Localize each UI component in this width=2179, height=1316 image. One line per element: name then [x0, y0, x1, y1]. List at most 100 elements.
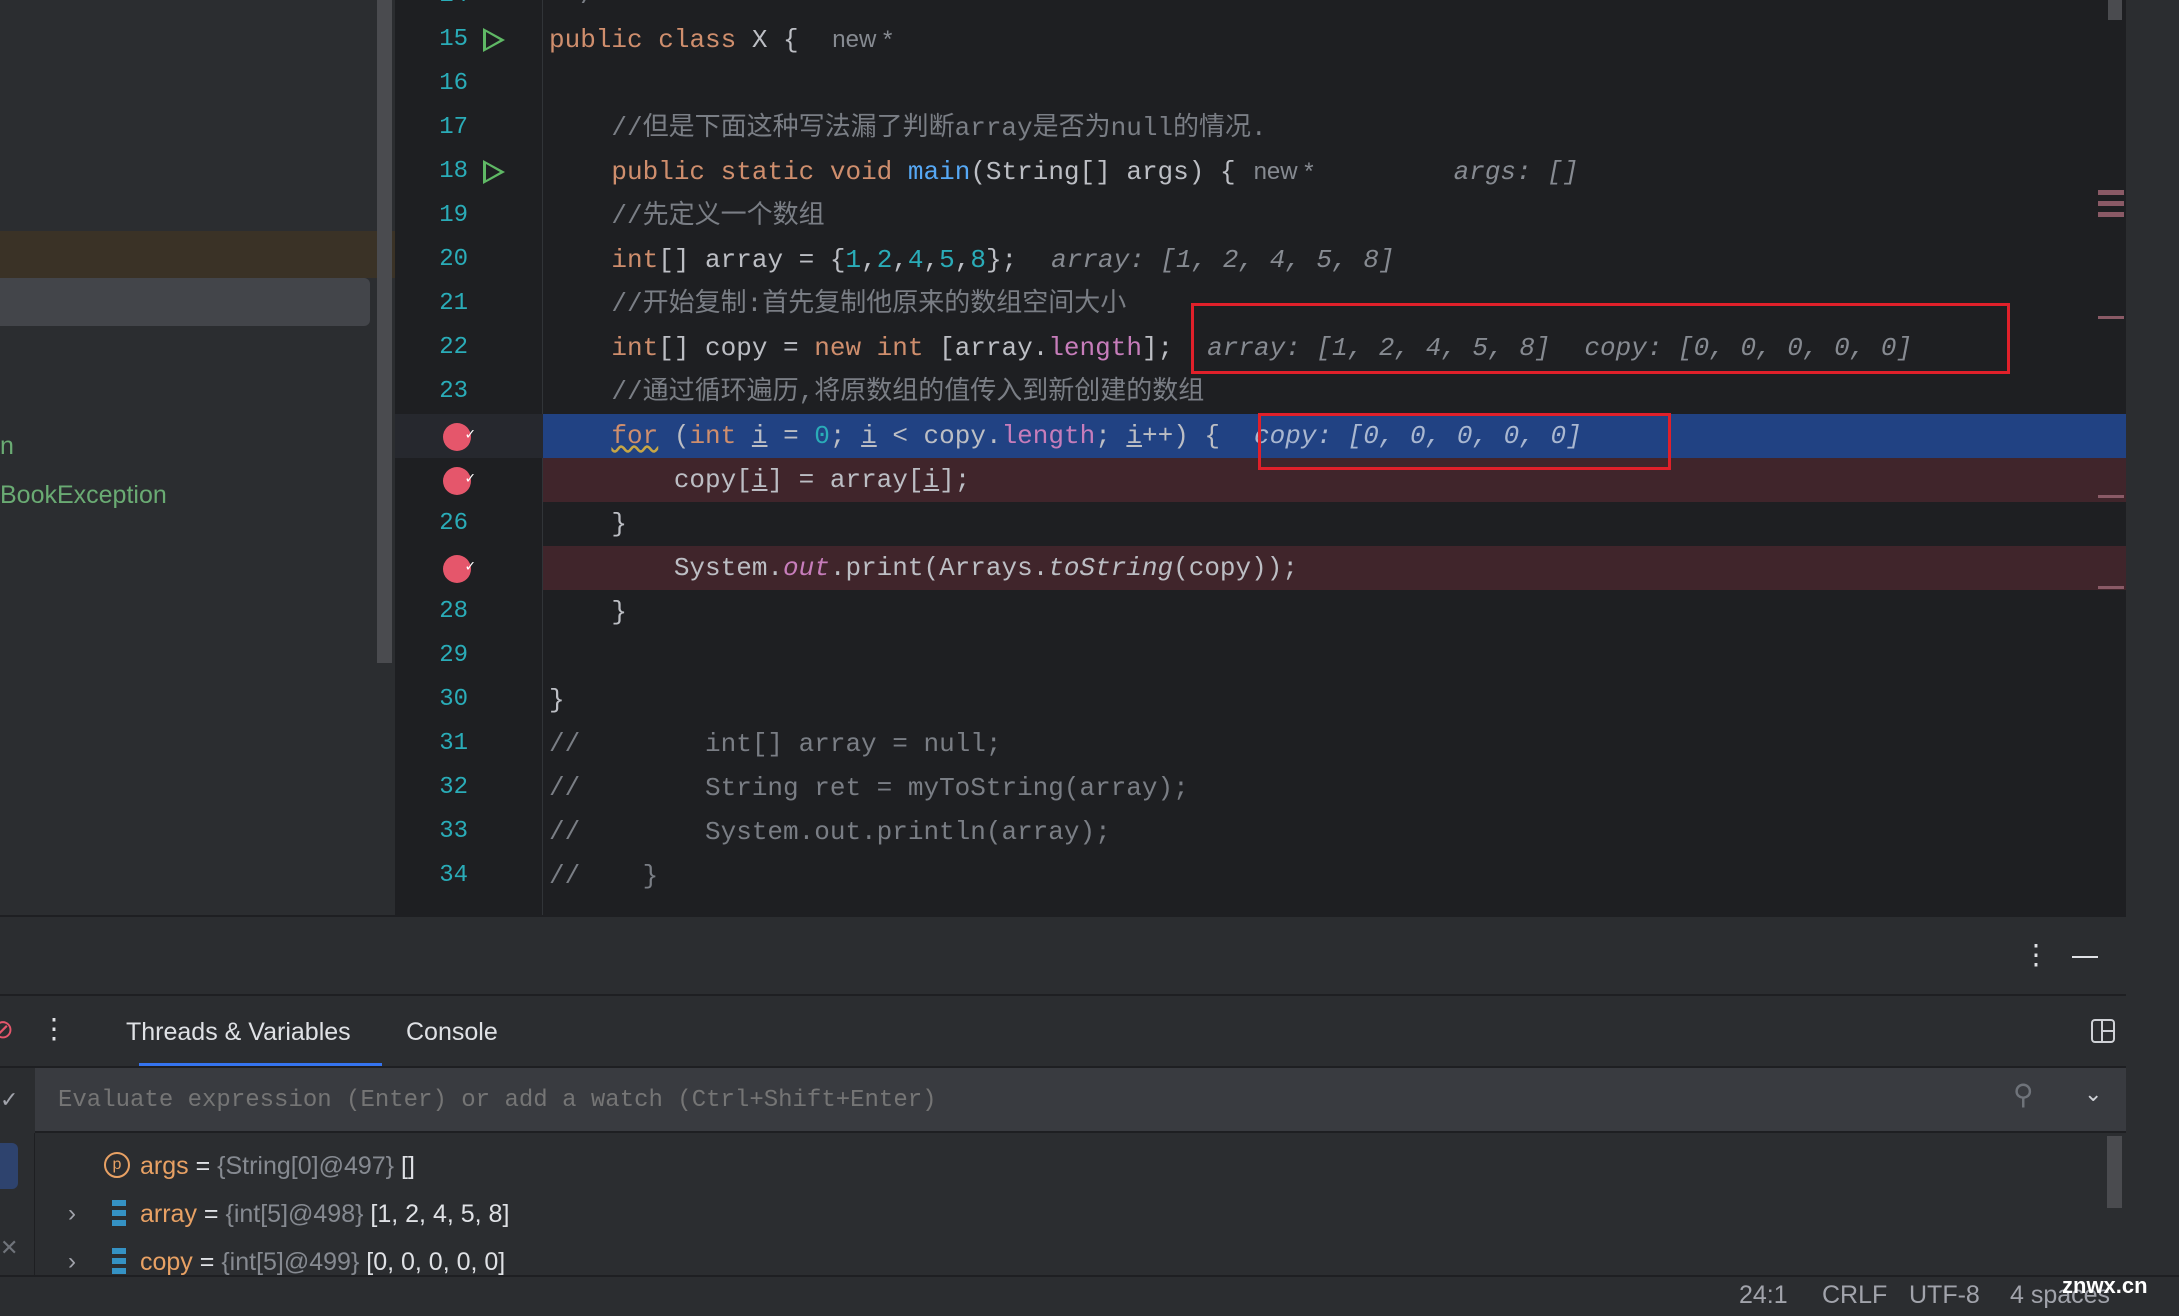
- code-line[interactable]: public class X { new *: [543, 18, 2126, 62]
- code-line[interactable]: [543, 62, 2126, 106]
- code-token: 8: [970, 245, 986, 275]
- code-token: ] = array[: [767, 465, 924, 495]
- gutter-line[interactable]: 30: [395, 678, 543, 722]
- tree-scrollbar[interactable]: [377, 0, 392, 663]
- code-token: public static void: [611, 157, 893, 187]
- tree-row-highlight[interactable]: [0, 231, 395, 278]
- gutter-line[interactable]: 28: [395, 590, 543, 634]
- editor-scrollbar[interactable]: [2108, 0, 2122, 20]
- code-token: [array.: [923, 333, 1049, 363]
- code-line[interactable]: int[] array = {1,2,4,5,8}; array: [1, 2, …: [543, 238, 2126, 282]
- gutter-line[interactable]: [395, 457, 543, 502]
- more-options-icon[interactable]: ⋮: [2022, 937, 2050, 973]
- editor-gutter: 14 15 16 17 18 19 20 21 22 23 26 28 29 30 31 32 33 34: [395, 0, 543, 915]
- inline-value-hint: new *: [1253, 158, 1314, 185]
- expand-chevron-icon[interactable]: ›: [68, 1240, 76, 1275]
- watermark: znwx.cn: [2062, 1273, 2148, 1298]
- tree-item[interactable]: BookException: [0, 481, 167, 510]
- array-icon: [104, 1200, 128, 1228]
- gutter-line[interactable]: 31: [395, 722, 543, 766]
- code-token: X {: [736, 25, 815, 55]
- code-token: length: [1001, 421, 1096, 451]
- add-watch-icon[interactable]: ⚲: [2013, 1078, 2034, 1111]
- gutter-line[interactable]: 16: [395, 62, 543, 106]
- code-token: // System.out.println(array);: [549, 817, 1111, 847]
- gutter-line[interactable]: 18: [395, 150, 543, 194]
- stripe-mark[interactable]: [2098, 316, 2124, 319]
- code-token: [] array = {: [658, 245, 846, 275]
- expand-chevron-icon[interactable]: ›: [68, 1192, 76, 1236]
- line-number: 29: [439, 642, 468, 669]
- code-line[interactable]: }: [543, 502, 2126, 546]
- gutter-line[interactable]: 17: [395, 106, 543, 150]
- chevron-down-icon[interactable]: ⌄: [2084, 1082, 2102, 1107]
- code-line[interactable]: //通过循环遍历,将原数组的值传入到新创建的数组: [543, 370, 2126, 414]
- gutter-line[interactable]: 29: [395, 634, 543, 678]
- gutter-line[interactable]: 21: [395, 282, 543, 326]
- run-icon[interactable]: [483, 160, 505, 184]
- code-line[interactable]: }: [543, 590, 2126, 634]
- variable-text: =: [188, 1152, 218, 1180]
- run-icon[interactable]: [483, 28, 505, 52]
- line-number: 32: [439, 774, 468, 801]
- code-line[interactable]: // int[] array = null;: [543, 722, 2126, 766]
- gutter-line[interactable]: 33: [395, 810, 543, 854]
- line-number: 33: [439, 818, 468, 845]
- code-token: 0: [814, 421, 830, 451]
- gutter-line[interactable]: 15: [395, 18, 543, 62]
- code-token: 5: [939, 245, 955, 275]
- line-number: 17: [439, 114, 468, 141]
- line-number: 21: [439, 290, 468, 317]
- line-ending[interactable]: CRLF: [1822, 1281, 1887, 1310]
- gutter-line[interactable]: 14: [395, 0, 543, 18]
- stripe-mark[interactable]: [2098, 212, 2124, 217]
- evaluate-expression-input[interactable]: [58, 1068, 1958, 1133]
- gutter-line[interactable]: 34: [395, 854, 543, 898]
- code-token: < copy.: [876, 421, 1002, 451]
- stripe-mark[interactable]: [2098, 586, 2124, 589]
- code-token: ;: [829, 421, 862, 451]
- code-line[interactable]: // }: [543, 854, 2126, 898]
- code-line[interactable]: //但是下面这种写法漏了判断array是否为null的情况.: [543, 106, 2126, 150]
- stripe-mark[interactable]: [2098, 201, 2124, 206]
- more-options-icon[interactable]: ⋮: [40, 1012, 68, 1045]
- gutter-line[interactable]: [395, 545, 543, 590]
- code-token: ,: [892, 245, 908, 275]
- line-number: 20: [439, 246, 468, 273]
- gutter-line[interactable]: 22: [395, 326, 543, 370]
- code-line[interactable]: [543, 634, 2126, 678]
- code-token: ;: [1095, 421, 1127, 451]
- code-line[interactable]: System.out.print(Arrays.toString(copy));: [543, 546, 2126, 590]
- cursor-position[interactable]: 24:1: [1739, 1281, 1788, 1310]
- tab-threads-variables[interactable]: Threads & Variables: [126, 1000, 351, 1064]
- stripe-mark[interactable]: [2098, 495, 2124, 498]
- code-line[interactable]: */: [543, 0, 2126, 18]
- breakpoint-icon[interactable]: [443, 457, 475, 501]
- code-line[interactable]: // String ret = myToString(array);: [543, 766, 2126, 810]
- gutter-line[interactable]: [395, 413, 543, 458]
- mute-breakpoints-icon[interactable]: ⊘: [0, 1015, 14, 1045]
- check-icon[interactable]: ✓: [0, 1068, 35, 1133]
- gutter-line[interactable]: 32: [395, 766, 543, 810]
- layout-icon[interactable]: [2091, 1019, 2115, 1043]
- tree-item[interactable]: n: [0, 432, 14, 461]
- code-line[interactable]: //先定义一个数组: [543, 194, 2126, 238]
- gutter-line[interactable]: 23: [395, 370, 543, 414]
- gutter-line[interactable]: 26: [395, 502, 543, 546]
- tree-row-selected[interactable]: [0, 278, 370, 326]
- tab-console[interactable]: Console: [406, 1000, 498, 1064]
- gutter-line[interactable]: 19: [395, 194, 543, 238]
- code-line[interactable]: }: [543, 678, 2126, 722]
- breakpoint-icon[interactable]: [443, 545, 475, 589]
- file-encoding[interactable]: UTF-8: [1909, 1281, 1980, 1310]
- code-line[interactable]: public static void main(String[] args) {…: [543, 150, 2126, 194]
- code-token: out: [783, 553, 830, 583]
- stripe-mark[interactable]: [2098, 190, 2124, 195]
- breakpoint-icon[interactable]: [443, 413, 475, 457]
- gutter-line[interactable]: 20: [395, 238, 543, 282]
- code-line[interactable]: // System.out.println(array);: [543, 810, 2126, 854]
- minimize-icon[interactable]: [2072, 956, 2098, 958]
- code-token: ,: [923, 245, 940, 275]
- variables-scrollbar[interactable]: [2107, 1136, 2122, 1208]
